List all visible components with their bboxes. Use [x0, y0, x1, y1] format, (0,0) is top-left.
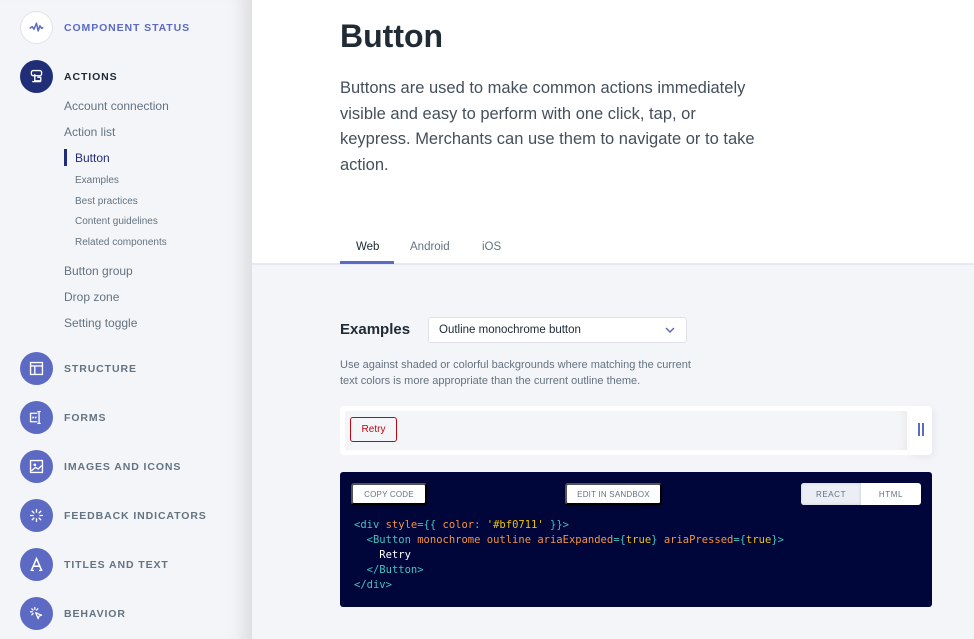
sidebar-item-setting-toggle[interactable]: Setting toggle: [64, 316, 137, 330]
code-token: }>: [771, 534, 784, 546]
sidebar-section-forms[interactable]: Forms: [20, 401, 106, 434]
code-token: color: [442, 519, 475, 531]
code-token: ariaPressed: [663, 534, 734, 546]
code-line: <div style={{ color: '#bf0711' }}>: [354, 518, 784, 533]
example-description: Use against shaded or colorful backgroun…: [340, 359, 691, 387]
sidebar-section-label: Component status: [64, 21, 191, 34]
code-line: </div>: [354, 578, 784, 593]
resize-handle[interactable]: [910, 406, 932, 455]
code-token: </Button>: [366, 564, 424, 576]
code-line: <Button monochrome outline ariaExpanded=…: [354, 533, 784, 548]
code-token: '#bf0711': [486, 519, 544, 531]
code-token: Retry: [354, 549, 411, 561]
sidebar-section-label: Behavior: [64, 607, 126, 620]
page-header: Button Buttons are used to make common a…: [252, 0, 974, 265]
sidebar-section-behavior[interactable]: Behavior: [20, 597, 126, 630]
sidebar-section-feedback-indicators[interactable]: Feedback indicators: [20, 499, 207, 532]
code-language-toggle: REACT HTML: [801, 483, 921, 505]
sidebar-section-component-status[interactable]: Component status: [20, 11, 190, 44]
grip-icon: [918, 423, 920, 436]
main-content: Button Buttons are used to make common a…: [252, 0, 974, 639]
code-token: style: [385, 519, 418, 531]
chevron-down-icon: [665, 327, 675, 334]
sidebar-section-titles-and-text[interactable]: Titles and text: [20, 548, 169, 581]
typography-icon: [20, 548, 53, 581]
actions-icon: [20, 60, 53, 93]
page-title: Button: [340, 18, 444, 54]
examples-heading: Examples: [340, 321, 411, 338]
sidebar-item-button[interactable]: Button: [75, 151, 110, 165]
retry-button[interactable]: Retry: [350, 417, 397, 442]
preview-frame: Retry: [345, 411, 907, 450]
code-token: :: [474, 519, 487, 531]
code-token: </div>: [354, 579, 392, 591]
sidebar-section-label: Forms: [64, 411, 107, 424]
sidebar-section-label: Images and icons: [64, 460, 182, 473]
spinner-icon: [20, 499, 53, 532]
code-token: ={: [613, 534, 626, 546]
tab-web[interactable]: Web: [356, 241, 379, 253]
tab-android[interactable]: Android: [410, 241, 450, 253]
activity-icon: [20, 11, 53, 44]
code-token: <Button: [366, 534, 418, 546]
grip-icon: [922, 423, 924, 436]
sidebar-subitem-related-components[interactable]: Related components: [75, 237, 167, 248]
sidebar-subitem-content-guidelines[interactable]: Content guidelines: [75, 216, 158, 227]
sidebar-subitem-examples[interactable]: Examples: [75, 175, 119, 186]
code-token: <div: [354, 519, 386, 531]
sidebar-section-actions[interactable]: Actions: [20, 60, 118, 93]
sidebar-item-drop-zone[interactable]: Drop zone: [64, 290, 119, 304]
layout-icon: [20, 352, 53, 385]
code-line: Retry: [354, 548, 784, 563]
edit-in-sandbox-button[interactable]: EDIT IN SANDBOX: [565, 483, 662, 505]
example-preview: Retry: [340, 406, 932, 455]
toggle-react[interactable]: REACT: [801, 483, 861, 505]
code-block: COPY CODE EDIT IN SANDBOX REACT HTML <di…: [340, 472, 932, 607]
sidebar-section-structure[interactable]: Structure: [20, 352, 137, 385]
sidebar-item-action-list[interactable]: Action list: [64, 125, 115, 139]
code-line: </Button>: [354, 563, 784, 578]
text-field-icon: [20, 401, 53, 434]
code-token: }}>: [543, 519, 569, 531]
active-tab-indicator: [340, 261, 394, 264]
toggle-html[interactable]: HTML: [861, 483, 921, 505]
sidebar-item-account-connection[interactable]: Account connection: [64, 99, 169, 113]
code-token: ={{: [417, 519, 443, 531]
code-token: ={: [733, 534, 747, 546]
sidebar-item-button-group[interactable]: Button group: [64, 264, 133, 278]
sidebar-section-images-and-icons[interactable]: Images and icons: [20, 450, 181, 483]
current-item-indicator: [64, 149, 67, 166]
sidebar-section-label: Actions: [64, 70, 118, 83]
example-select[interactable]: Outline monochrome button: [428, 317, 687, 343]
sidebar-subitem-best-practices[interactable]: Best practices: [75, 196, 138, 207]
code-token: true: [746, 534, 772, 546]
code-source: <div style={{ color: '#bf0711' }}> <Butt…: [354, 518, 784, 593]
code-token: true: [625, 534, 652, 546]
examples-section: Examples Outline monochrome button Use a…: [252, 265, 974, 639]
sidebar-section-label: Structure: [64, 362, 137, 375]
tab-ios[interactable]: iOS: [482, 241, 501, 253]
example-select-value: Outline monochrome button: [439, 324, 581, 336]
sidebar: Component status Actions Account connect…: [0, 0, 252, 639]
copy-code-button[interactable]: COPY CODE: [351, 483, 427, 505]
pointer-icon: [20, 597, 53, 630]
sidebar-section-label: Feedback indicators: [64, 509, 207, 522]
code-token: }: [651, 534, 664, 546]
sidebar-section-label: Titles and text: [64, 558, 169, 571]
image-icon: [20, 450, 53, 483]
page-lead: Buttons are used to make common actions …: [340, 79, 755, 174]
code-token: monochrome outline ariaExpanded: [417, 534, 614, 546]
